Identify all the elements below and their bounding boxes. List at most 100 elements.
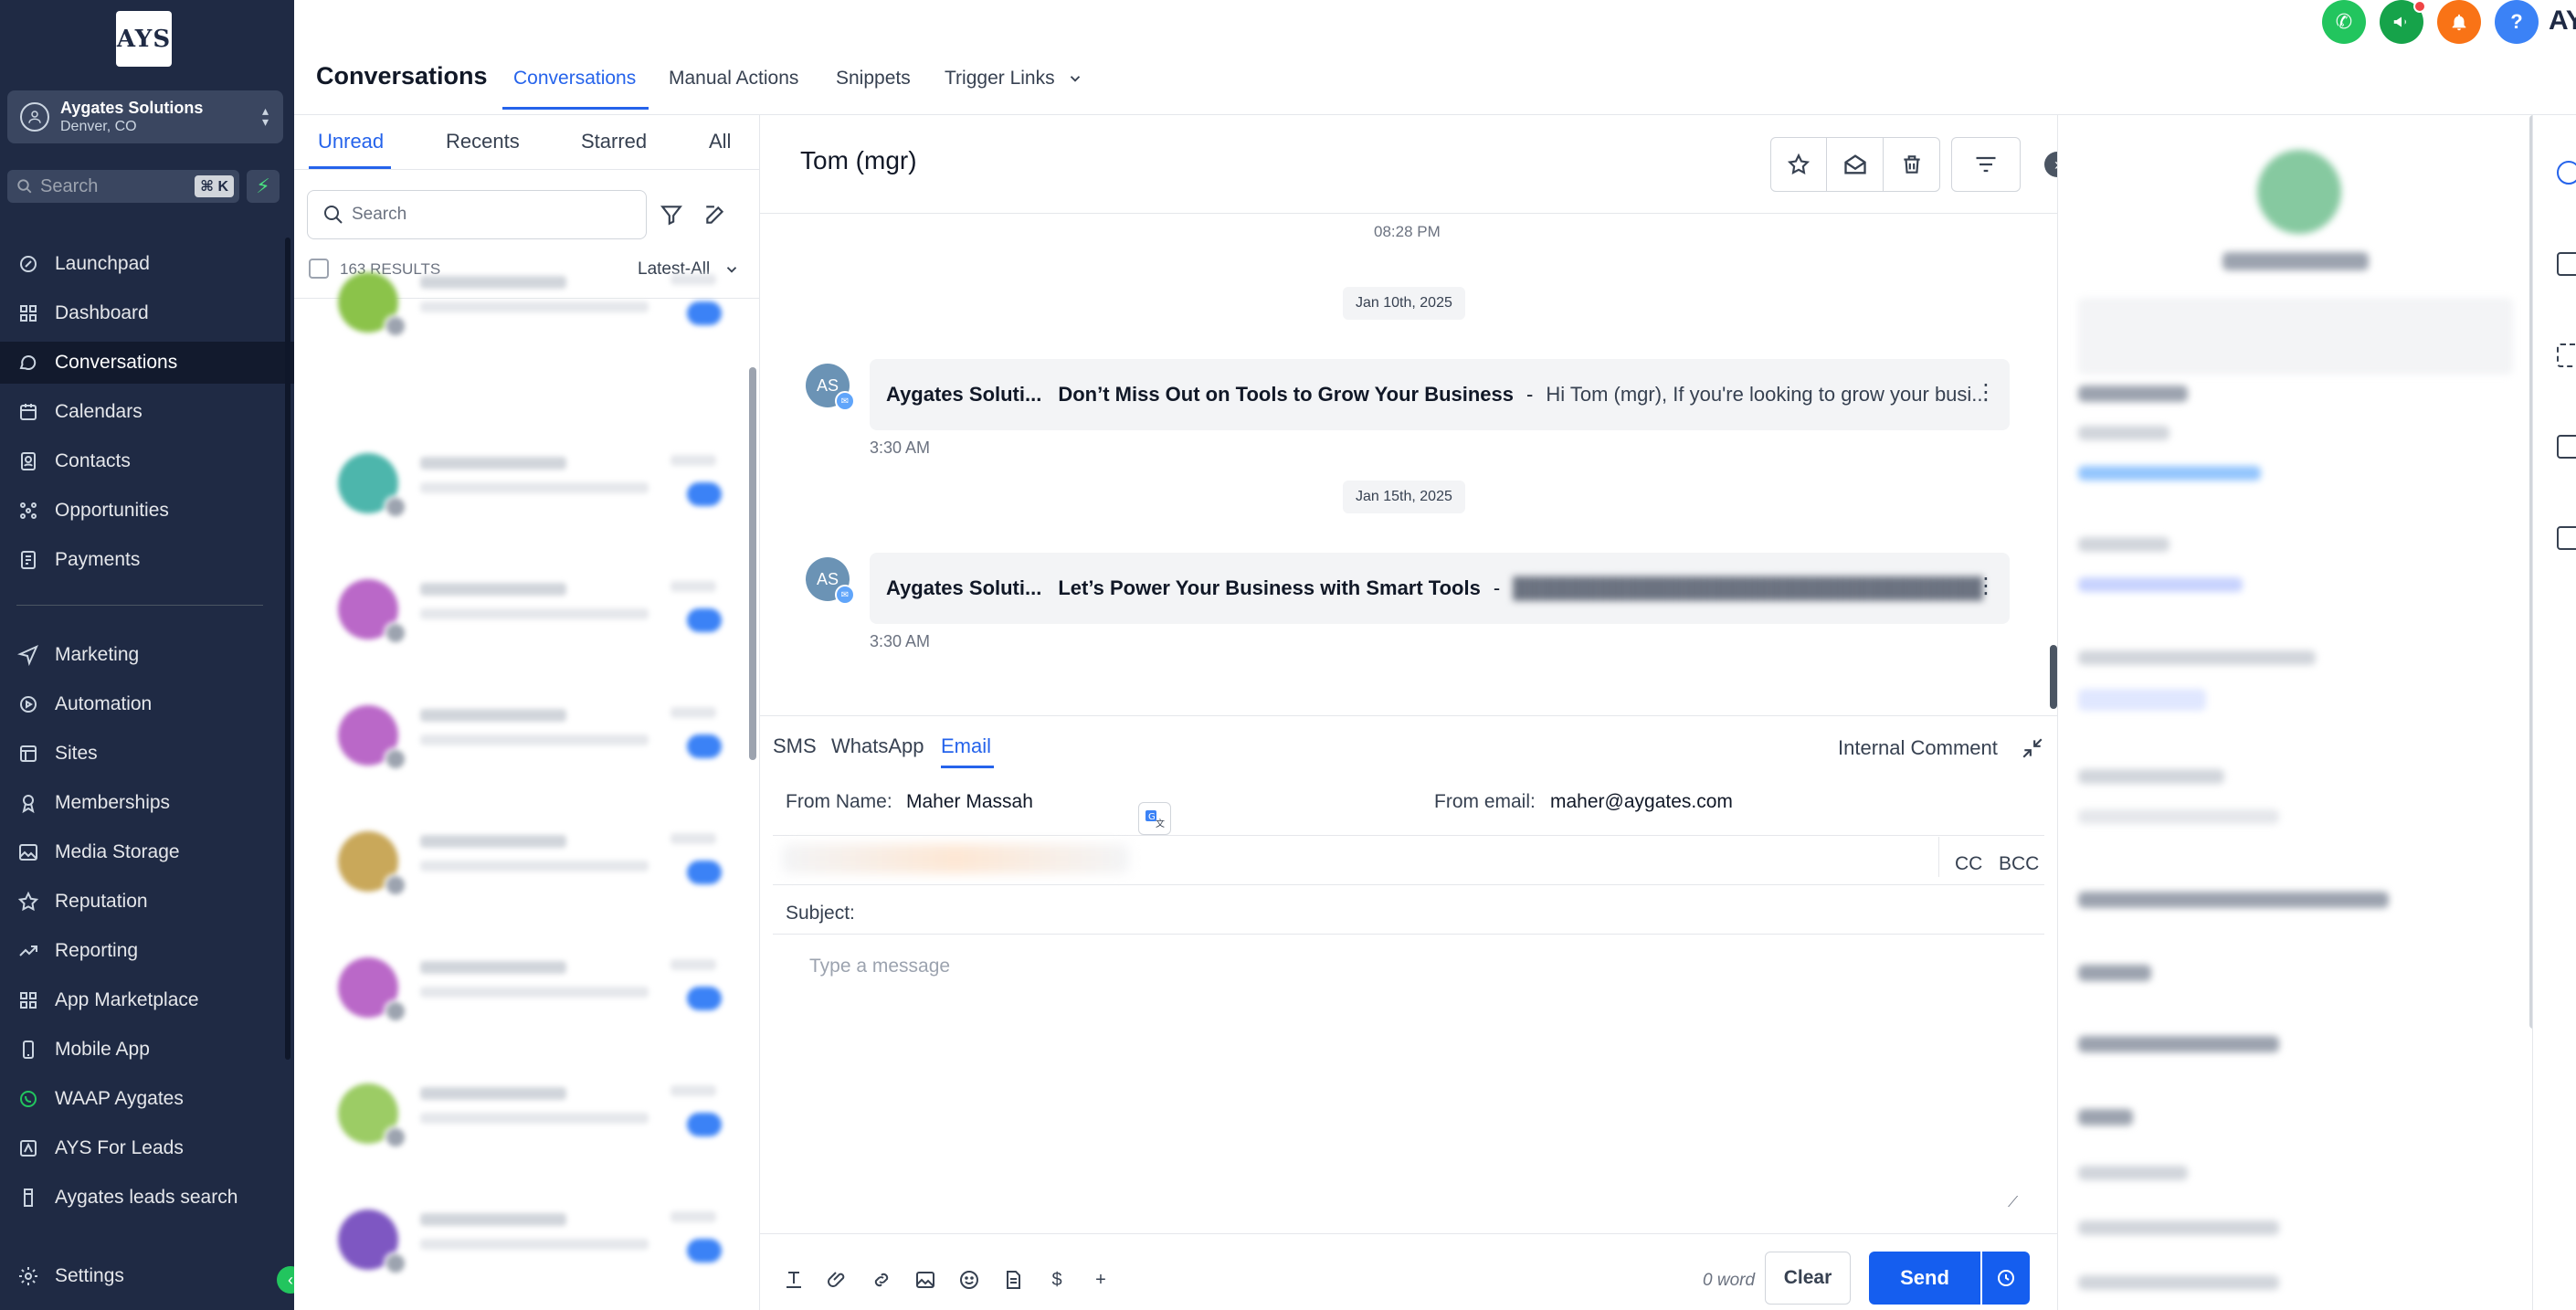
sidebar-item-aygates-leads-search[interactable]: Aygates leads search — [0, 1177, 294, 1219]
list-tab-all[interactable]: All — [709, 130, 731, 153]
row-preview-redacted — [420, 608, 649, 619]
conversation-row[interactable] — [294, 676, 747, 802]
resize-grip-icon[interactable]: ⟋ — [2008, 1195, 2018, 1211]
cc-button[interactable]: CC — [1955, 853, 1982, 875]
sidebar-item-reputation[interactable]: Reputation — [0, 881, 294, 923]
email-message-bubble[interactable]: Aygates Soluti... Don’t Miss Out on Tool… — [870, 359, 2010, 430]
conversation-row[interactable] — [294, 550, 747, 676]
leads-icon — [16, 1136, 40, 1160]
bell-icon[interactable] — [2437, 0, 2481, 44]
from-name-value[interactable]: Maher Massah — [906, 791, 1033, 813]
contact-rail-icon[interactable] — [2557, 161, 2576, 185]
conversation-row[interactable] — [294, 243, 747, 369]
sidebar-item-opportunities[interactable]: Opportunities — [0, 490, 294, 532]
sidebar-item-reporting[interactable]: Reporting — [0, 930, 294, 972]
list-tab-recents[interactable]: Recents — [446, 130, 520, 153]
logo[interactable]: AYS — [116, 11, 172, 67]
filter-icon[interactable] — [660, 203, 683, 227]
row-preview-redacted — [420, 1239, 649, 1250]
lines-filter-icon — [1976, 156, 1996, 173]
emoji-icon[interactable] — [955, 1266, 983, 1294]
message-textarea[interactable]: Type a message — [773, 934, 2044, 1310]
quick-action-bolt-icon[interactable]: ⚡ — [247, 170, 280, 203]
plus-icon[interactable]: + — [1087, 1266, 1114, 1294]
opportunity-rail-icon[interactable] — [2557, 343, 2576, 367]
sidebar-item-waap-aygates[interactable]: WAAP Aygates — [0, 1078, 294, 1120]
schedule-send-button[interactable] — [1982, 1252, 2030, 1305]
list-scrollbar[interactable] — [749, 367, 756, 760]
row-preview-redacted — [420, 987, 649, 998]
help-icon[interactable]: ? — [2495, 0, 2539, 44]
search-icon — [324, 206, 343, 224]
conversation-row[interactable] — [294, 1054, 747, 1180]
gear-icon — [16, 1264, 40, 1288]
to-recipient-redacted[interactable] — [782, 844, 1129, 873]
text-format-icon[interactable] — [780, 1266, 808, 1294]
bcc-button[interactable]: BCC — [1999, 853, 2039, 875]
star-button[interactable] — [1770, 137, 1827, 192]
phone-icon[interactable]: ✆ — [2322, 0, 2366, 44]
tab-manual-actions[interactable]: Manual Actions — [669, 68, 798, 90]
delete-button[interactable] — [1884, 137, 1940, 192]
sidebar-item-ays-for-leads[interactable]: AYS For Leads — [0, 1127, 294, 1169]
sidebar-search[interactable]: Search ⌘ K — [7, 170, 239, 203]
internal-comment-tab[interactable]: Internal Comment — [1838, 736, 1998, 760]
message-filter-button[interactable] — [1951, 137, 2021, 192]
attachment-icon[interactable] — [824, 1266, 851, 1294]
sidebar-item-marketing[interactable]: Marketing — [0, 634, 294, 676]
template-icon[interactable] — [999, 1266, 1027, 1294]
composer-tab-sms[interactable]: SMS — [773, 734, 817, 758]
list-tab-unread[interactable]: Unread — [318, 130, 384, 153]
message-placeholder: Type a message — [809, 956, 951, 977]
tasks-rail-icon[interactable] — [2557, 435, 2576, 459]
conversation-row[interactable] — [294, 424, 747, 550]
email-message-bubble[interactable]: Aygates Soluti... Let’s Power Your Busin… — [870, 553, 2010, 624]
list-tab-starred[interactable]: Starred — [581, 130, 647, 153]
sidebar-item-dashboard[interactable]: Dashboard — [0, 292, 294, 334]
tab-conversations[interactable]: Conversations — [513, 68, 636, 90]
account-switcher[interactable]: Aygates Solutions Denver, CO ▴ ▾ — [7, 90, 283, 143]
notes-rail-icon[interactable] — [2557, 526, 2576, 550]
sidebar-item-sites[interactable]: Sites — [0, 733, 294, 775]
composer-tab-whatsapp[interactable]: WhatsApp — [831, 734, 924, 758]
chat-scrollbar[interactable] — [2050, 645, 2057, 709]
payment-link-icon[interactable]: $ — [1043, 1266, 1071, 1294]
message-avatar-initials: AS — [816, 569, 839, 588]
link-icon[interactable] — [868, 1266, 895, 1294]
sidebar-item-settings[interactable]: Settings — [0, 1255, 294, 1297]
sidebar-item-contacts[interactable]: Contacts — [0, 440, 294, 482]
conversation-row[interactable] — [294, 928, 747, 1054]
conversation-search-input[interactable]: Search — [307, 190, 647, 239]
sidebar-item-automation[interactable]: Automation — [0, 683, 294, 725]
email-channel-icon: ✉ — [835, 391, 855, 411]
sidebar-item-app-marketplace[interactable]: App Marketplace — [0, 979, 294, 1021]
sidebar-item-mobile-app[interactable]: Mobile App — [0, 1029, 294, 1071]
conversation-row[interactable] — [294, 802, 747, 928]
image-icon[interactable] — [912, 1266, 939, 1294]
sidebar-item-label: App Marketplace — [55, 989, 199, 1010]
sidebar-item-payments[interactable]: Payments — [0, 539, 294, 581]
more-options-icon[interactable]: ⋮ — [1975, 573, 1997, 599]
send-button[interactable]: Send — [1869, 1252, 1980, 1305]
clear-button[interactable]: Clear — [1765, 1252, 1851, 1305]
from-email-value[interactable]: maher@aygates.com — [1550, 791, 1733, 813]
tab-trigger-links[interactable]: Trigger Links — [945, 68, 1083, 90]
calendar-icon — [16, 400, 40, 424]
translate-icon[interactable]: G文 — [1138, 802, 1171, 835]
sidebar-item-memberships[interactable]: Memberships — [0, 782, 294, 824]
minimize-icon[interactable] — [2021, 736, 2044, 760]
mark-read-button[interactable] — [1827, 137, 1884, 192]
sidebar-item-calendars[interactable]: Calendars — [0, 391, 294, 433]
calendar-rail-icon[interactable] — [2557, 252, 2576, 276]
tab-snippets[interactable]: Snippets — [836, 68, 911, 90]
sidebar-item-conversations[interactable]: Conversations — [0, 342, 294, 384]
more-options-icon[interactable]: ⋮ — [1975, 379, 1997, 406]
sidebar-item-launchpad[interactable]: Launchpad — [0, 243, 294, 285]
search-icon — [17, 179, 32, 194]
sidebar-scrollbar[interactable] — [285, 238, 290, 1060]
sidebar-item-media-storage[interactable]: Media Storage — [0, 831, 294, 873]
composer-tab-email[interactable]: Email — [941, 734, 991, 758]
conversation-row[interactable] — [294, 1180, 747, 1306]
trend-icon — [16, 939, 40, 963]
compose-icon[interactable] — [703, 203, 727, 227]
